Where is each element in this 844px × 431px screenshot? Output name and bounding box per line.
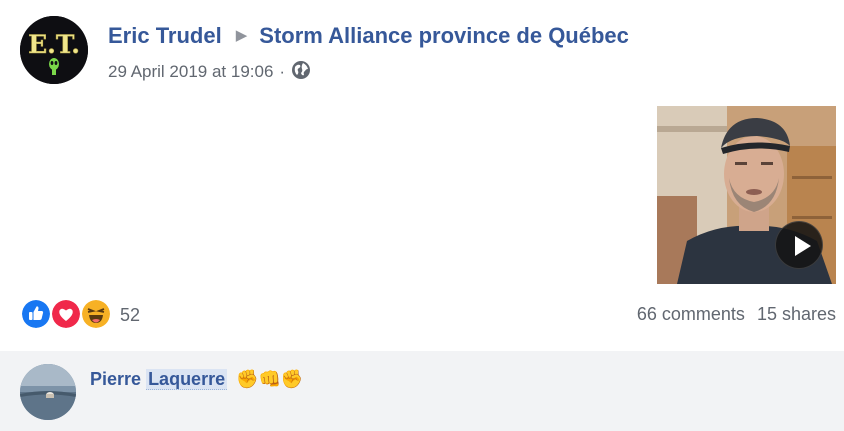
commenter-last-name[interactable]: Laquerre: [146, 369, 228, 390]
comments-count-link[interactable]: 66 comments: [637, 304, 745, 324]
author-name-link[interactable]: Eric Trudel: [108, 23, 222, 48]
post-title: Eric Trudel ▶ Storm Alliance province de Q…: [108, 23, 629, 49]
commenter-photo: [20, 364, 76, 420]
commenter-first-name[interactable]: Pierre: [90, 369, 141, 389]
post-header: E.T. Eric Trudel ▶ Storm Alliance province…: [20, 16, 820, 86]
post-timestamp[interactable]: 29 April 2019 at 19:06: [108, 62, 273, 81]
comments-section: Pierre Laquerre ✊👊✊: [0, 351, 844, 431]
globe-icon[interactable]: [291, 60, 311, 85]
author-avatar[interactable]: E.T.: [20, 16, 88, 84]
group-name-link[interactable]: Storm Alliance province de Québec: [259, 23, 629, 48]
play-icon: [795, 236, 811, 256]
post-stats: 66 comments 15 shares: [637, 304, 836, 325]
haha-reaction-icon: [80, 298, 112, 330]
reactions-summary[interactable]: 52: [20, 298, 160, 332]
svg-text:E.T.: E.T.: [28, 30, 80, 59]
love-reaction-icon: [50, 298, 82, 330]
arrow-right-icon: ▶: [235, 27, 248, 44]
commenter-avatar[interactable]: [20, 364, 76, 420]
meta-separator: ·: [279, 62, 286, 81]
post-meta: 29 April 2019 at 19:06 ·: [108, 60, 311, 85]
like-reaction-icon: [20, 298, 52, 330]
shares-count-link[interactable]: 15 shares: [757, 304, 836, 324]
video-thumbnail[interactable]: [657, 106, 836, 284]
et-logo-icon: E.T.: [20, 16, 88, 84]
reaction-count[interactable]: 52: [120, 305, 140, 326]
comment-body: Pierre Laquerre ✊👊✊: [90, 369, 303, 390]
comment-emoji-text: ✊👊✊: [236, 369, 304, 389]
play-button[interactable]: [775, 221, 823, 269]
